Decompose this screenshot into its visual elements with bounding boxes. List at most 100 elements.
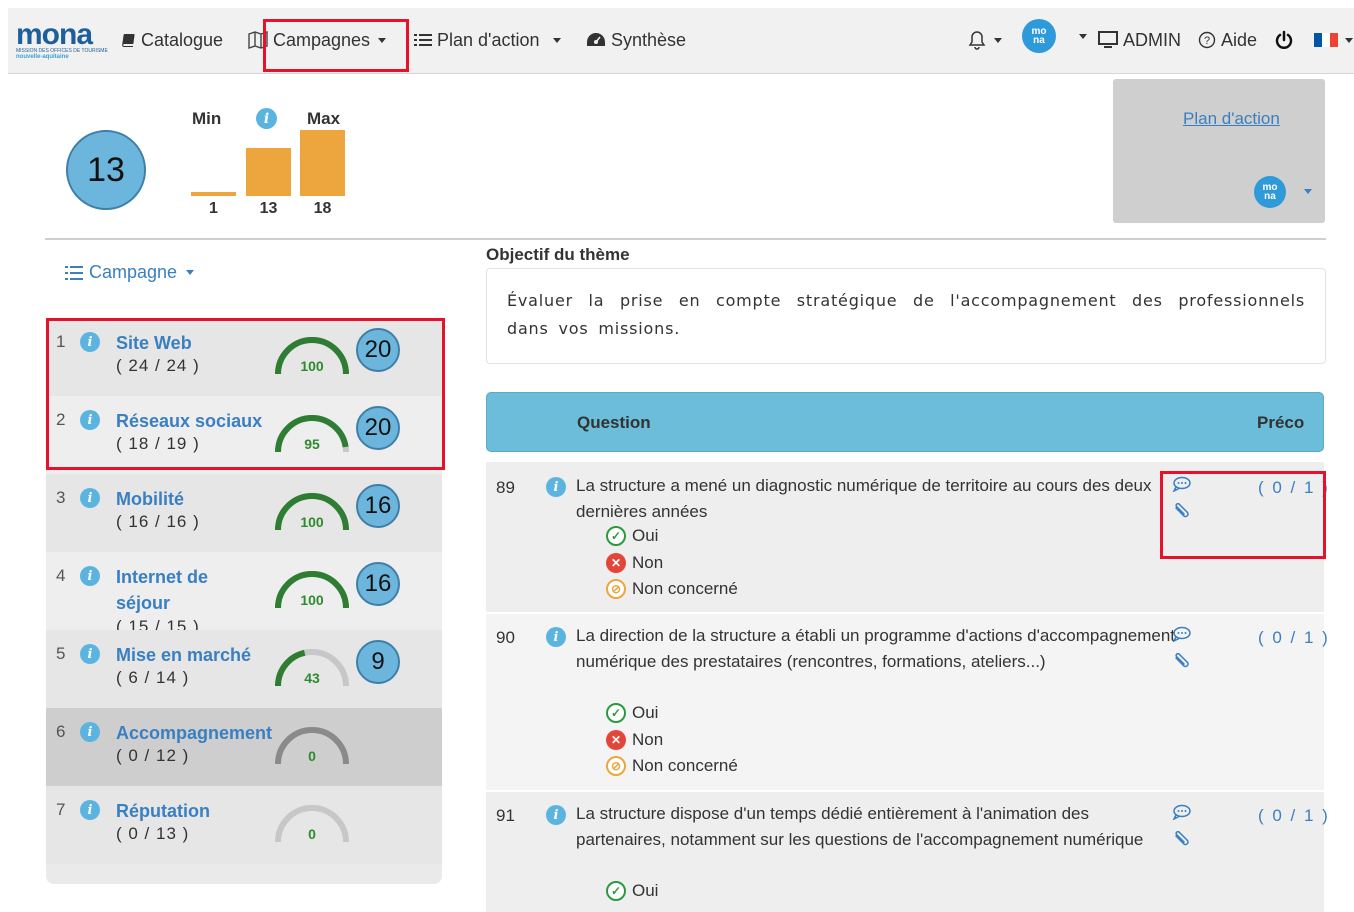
score-bar-label: 13 <box>259 200 278 217</box>
theme-title[interactable]: Mobilité <box>116 486 184 512</box>
theme-score-badge: 9 <box>356 640 400 684</box>
logout-button[interactable] <box>1274 28 1294 52</box>
language-switcher[interactable] <box>1314 28 1353 52</box>
monitor-icon <box>1098 31 1118 48</box>
option-non-concerne[interactable]: ⊘ Non concerné <box>606 579 738 599</box>
nav-synthese[interactable]: Synthèse <box>586 28 686 52</box>
avatar[interactable]: mo na <box>1254 176 1286 208</box>
theme-title[interactable]: Réputation <box>116 798 210 824</box>
admin-link[interactable]: ADMIN <box>1098 28 1181 52</box>
help-icon: ? <box>1198 31 1216 49</box>
check-circle-icon: ✓ <box>606 526 626 546</box>
global-score-badge: 13 <box>66 130 146 210</box>
info-icon[interactable]: i <box>80 644 100 664</box>
notifications-menu[interactable] <box>968 28 1002 52</box>
chevron-down-icon[interactable] <box>1304 189 1312 194</box>
top-navbar: mona MISSION DES OFFICES DE TOURISME nou… <box>8 8 1354 74</box>
dashboard-icon <box>587 33 605 46</box>
list-icon <box>414 34 432 46</box>
theme-item[interactable]: 3 i Mobilité( 16 / 16 ) 100 16 <box>46 474 442 552</box>
theme-item[interactable]: 5 i Mise en marché( 6 / 14 ) 43 9 <box>46 630 442 708</box>
comment-icon[interactable] <box>1172 626 1192 643</box>
ban-icon: ⊘ <box>606 579 626 599</box>
info-icon[interactable]: i <box>546 805 566 825</box>
theme-score-badge: 16 <box>356 562 400 606</box>
gauge-value: 0 <box>308 826 316 842</box>
info-icon[interactable]: i <box>546 477 566 497</box>
ban-icon: ⊘ <box>606 756 626 776</box>
objectif-title: Objectif du thème <box>486 245 630 264</box>
preco-count[interactable]: ( 0 / 1 ) <box>1258 806 1330 826</box>
info-icon[interactable]: i <box>256 108 277 129</box>
help-link[interactable]: ? Aide <box>1198 28 1257 52</box>
nav-synthese-label: Synthèse <box>611 29 687 50</box>
book-icon <box>122 34 135 47</box>
score-bar-label: 18 <box>313 200 332 217</box>
theme-item[interactable]: 7 i Réputation( 0 / 13 ) 0 <box>46 786 442 864</box>
option-non-concerne[interactable]: ⊘ Non concerné <box>606 756 738 776</box>
mona-logo[interactable]: mona MISSION DES OFFICES DE TOURISME nou… <box>16 18 112 62</box>
theme-number: 6 <box>56 722 66 741</box>
question-actions <box>1172 804 1194 854</box>
question-actions <box>1172 626 1194 676</box>
france-flag-icon <box>1314 33 1338 47</box>
option-oui[interactable]: ✓ Oui <box>606 526 658 546</box>
score-bar <box>191 192 236 196</box>
campagne-menu[interactable]: Campagne <box>65 262 195 283</box>
info-icon[interactable]: i <box>80 722 100 742</box>
theme-item[interactable]: 4 i Internet de séjour( 15 / 15 ) 100 16 <box>46 552 442 636</box>
preco-count[interactable]: ( 0 / 1 ) <box>1258 628 1330 648</box>
option-oui[interactable]: ✓ Oui <box>606 881 658 901</box>
info-icon[interactable]: i <box>546 627 566 647</box>
times-circle-icon: ✕ <box>606 730 626 750</box>
paperclip-icon[interactable] <box>1172 652 1192 671</box>
question-text: La structure dispose d'un temps dédié en… <box>576 804 1144 849</box>
theme-title-line: Internet de <box>116 567 209 587</box>
objectif-text: Évaluer la prise en compte stratégique d… <box>486 268 1326 364</box>
min-label: Min <box>192 109 222 128</box>
chevron-down-icon <box>1079 33 1087 39</box>
chevron-down-icon <box>552 37 561 43</box>
theme-item[interactable]: 6 i Accompagnement( 0 / 12 ) 0 <box>46 708 442 786</box>
max-label: Max <box>307 109 341 128</box>
theme-number: 7 <box>56 800 66 819</box>
option-label: Oui <box>632 881 659 900</box>
plan-action-link[interactable]: Plan d'action <box>1183 109 1280 129</box>
info-icon[interactable]: i <box>80 566 100 586</box>
logo-region: nouvelle-aquitaine <box>16 54 69 60</box>
check-circle-icon: ✓ <box>606 881 626 901</box>
theme-count: ( 16 / 16 ) <box>116 512 200 531</box>
account-switcher[interactable]: mo na <box>1022 19 1087 53</box>
option-non[interactable]: ✕ Non <box>606 730 663 750</box>
info-icon[interactable]: i <box>80 488 100 508</box>
theme-title[interactable]: Accompagnement <box>116 720 272 746</box>
option-non[interactable]: ✕ Non <box>606 553 663 573</box>
score-bar <box>300 130 345 196</box>
help-label: Aide <box>1221 29 1258 50</box>
theme-number: 5 <box>56 644 66 663</box>
admin-label: ADMIN <box>1123 29 1181 50</box>
gauge-value: 100 <box>300 514 324 530</box>
theme-title[interactable]: Internet de séjour <box>116 564 208 616</box>
theme-count: ( 0 / 12 ) <box>116 746 190 765</box>
avatar: mo na <box>1022 19 1056 53</box>
logo-wordmark: mona <box>16 18 93 51</box>
col-preco: Préco <box>1257 413 1305 432</box>
theme-number: 3 <box>56 488 66 507</box>
theme-count: ( 0 / 13 ) <box>116 824 190 843</box>
option-label: Oui <box>632 703 659 722</box>
chevron-down-icon <box>994 37 1002 43</box>
svg-text:?: ? <box>1204 35 1210 47</box>
theme-title[interactable]: Mise en marché <box>116 642 251 668</box>
plan-action-box: Plan d'action mo na <box>1113 79 1325 223</box>
nav-plan-action[interactable]: Plan d'action <box>414 28 561 52</box>
question-table-header: Question Préco <box>486 392 1324 452</box>
option-oui[interactable]: ✓ Oui <box>606 703 658 723</box>
paperclip-icon[interactable] <box>1172 830 1192 849</box>
highlight-themes <box>46 318 445 470</box>
comment-icon[interactable] <box>1172 804 1192 821</box>
nav-catalogue[interactable]: Catalogue <box>120 28 223 52</box>
list-ol-icon <box>65 265 83 280</box>
info-icon[interactable]: i <box>80 800 100 820</box>
question-row: 90 i La direction de la structure a étab… <box>486 614 1328 790</box>
